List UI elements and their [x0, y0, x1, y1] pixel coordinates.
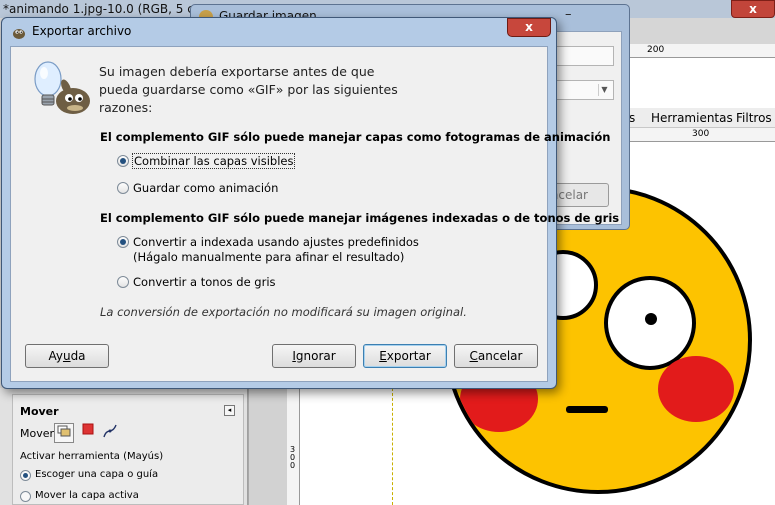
radio-dot[interactable] [117, 276, 129, 288]
path-mode-icon[interactable] [100, 423, 120, 443]
radio-move-active-layer-dot[interactable] [20, 491, 31, 502]
panel-menu-icon[interactable]: ◂ [224, 405, 235, 416]
conversion-note: La conversión de exportación no modifica… [100, 305, 467, 319]
tool-options-dock: Mover ◂ Mover: Activar herramienta (Mayú… [0, 388, 248, 505]
right-eye [604, 276, 696, 370]
cancel-mnemonic: C [469, 349, 478, 363]
right-cheek [658, 356, 734, 422]
ruler-label-vertical: 300 [290, 445, 296, 470]
close-button[interactable]: x [507, 18, 551, 37]
main-window-close-button[interactable]: x [731, 0, 775, 18]
radio-dot[interactable] [117, 182, 129, 194]
right-pupil [645, 313, 657, 325]
ignore-label-part: gnorar [295, 349, 336, 363]
export-button[interactable]: Exportar [363, 344, 447, 368]
radio-label: Combinar las capas visibles [131, 153, 296, 169]
dock-separator [248, 388, 288, 505]
dialog-body: Su imagen debería exportarse antes de qu… [10, 46, 619, 382]
move-mode-label: Mover: [20, 427, 58, 440]
export-file-dialog: Exportar archivo x Su imagen debería exp… [1, 17, 619, 389]
canvas-strip [630, 58, 775, 108]
help-button[interactable]: Ayuda [25, 344, 109, 368]
radio-label: Guardar como animación [133, 181, 279, 195]
mouth [566, 406, 608, 413]
minimize-button[interactable]: – [565, 7, 572, 22]
cancel-label-part: ancelar [477, 349, 523, 363]
ruler-label: 300 [692, 129, 710, 139]
radio-move-active-layer[interactable]: Mover la capa activa [20, 490, 139, 502]
section-indexed-heading: El complemento GIF sólo puede manejar im… [100, 211, 620, 225]
chevron-down-icon[interactable]: ▼ [598, 84, 610, 96]
radio-move-active-layer-label: Mover la capa activa [35, 490, 139, 501]
ruler-label: 200 [647, 45, 665, 55]
radio-dot-selected[interactable] [117, 236, 129, 248]
activate-tool-label: Activar herramienta (Mayús) [20, 451, 164, 462]
vertical-ruler: 300 [287, 388, 300, 505]
help-label-part: da [70, 349, 86, 363]
intro-text: Su imagen debería exportarse antes de qu… [99, 64, 398, 115]
export-label-part: xportar [386, 349, 431, 363]
dialog-title: Exportar archivo [32, 24, 132, 38]
radio-label: Convertir a tonos de gris [133, 275, 276, 289]
radio-pick-layer-dot[interactable] [20, 470, 31, 481]
horizontal-ruler-top: 200 [630, 44, 775, 58]
radio-label-hint: (Hágalo manualmente para afinar el resul… [133, 250, 405, 264]
menu-item-herramientas[interactable]: Herramientas [651, 111, 733, 125]
section-layers-heading: El complemento GIF sólo puede manejar ca… [100, 130, 611, 144]
help-mnemonic: u [62, 349, 71, 363]
selection-mode-icon[interactable] [78, 423, 98, 443]
tool-options-panel: Mover ◂ Mover: Activar herramienta (Mayú… [12, 394, 244, 505]
help-label-part: Ay [48, 349, 63, 363]
radio-label: Convertir a indexada usando ajustes pred… [133, 235, 419, 249]
radio-pick-layer-label: Escoger una capa o guía [35, 469, 159, 480]
cancel-button[interactable]: Cancelar [454, 344, 538, 368]
layer-mode-icon[interactable] [54, 423, 74, 443]
canvas-boundary [392, 388, 393, 505]
ignore-button[interactable]: Ignorar [272, 344, 356, 368]
menu-item-filtros[interactable]: Filtros [736, 111, 772, 125]
radio-dot-selected[interactable] [117, 155, 129, 167]
radio-pick-layer[interactable]: Escoger una capa o guía [20, 469, 159, 481]
export-mnemonic: E [379, 349, 387, 363]
lightbulb-wilber-icon [34, 61, 90, 114]
gimp-wilber-icon [13, 29, 25, 39]
tool-options-title: Mover [20, 405, 59, 418]
